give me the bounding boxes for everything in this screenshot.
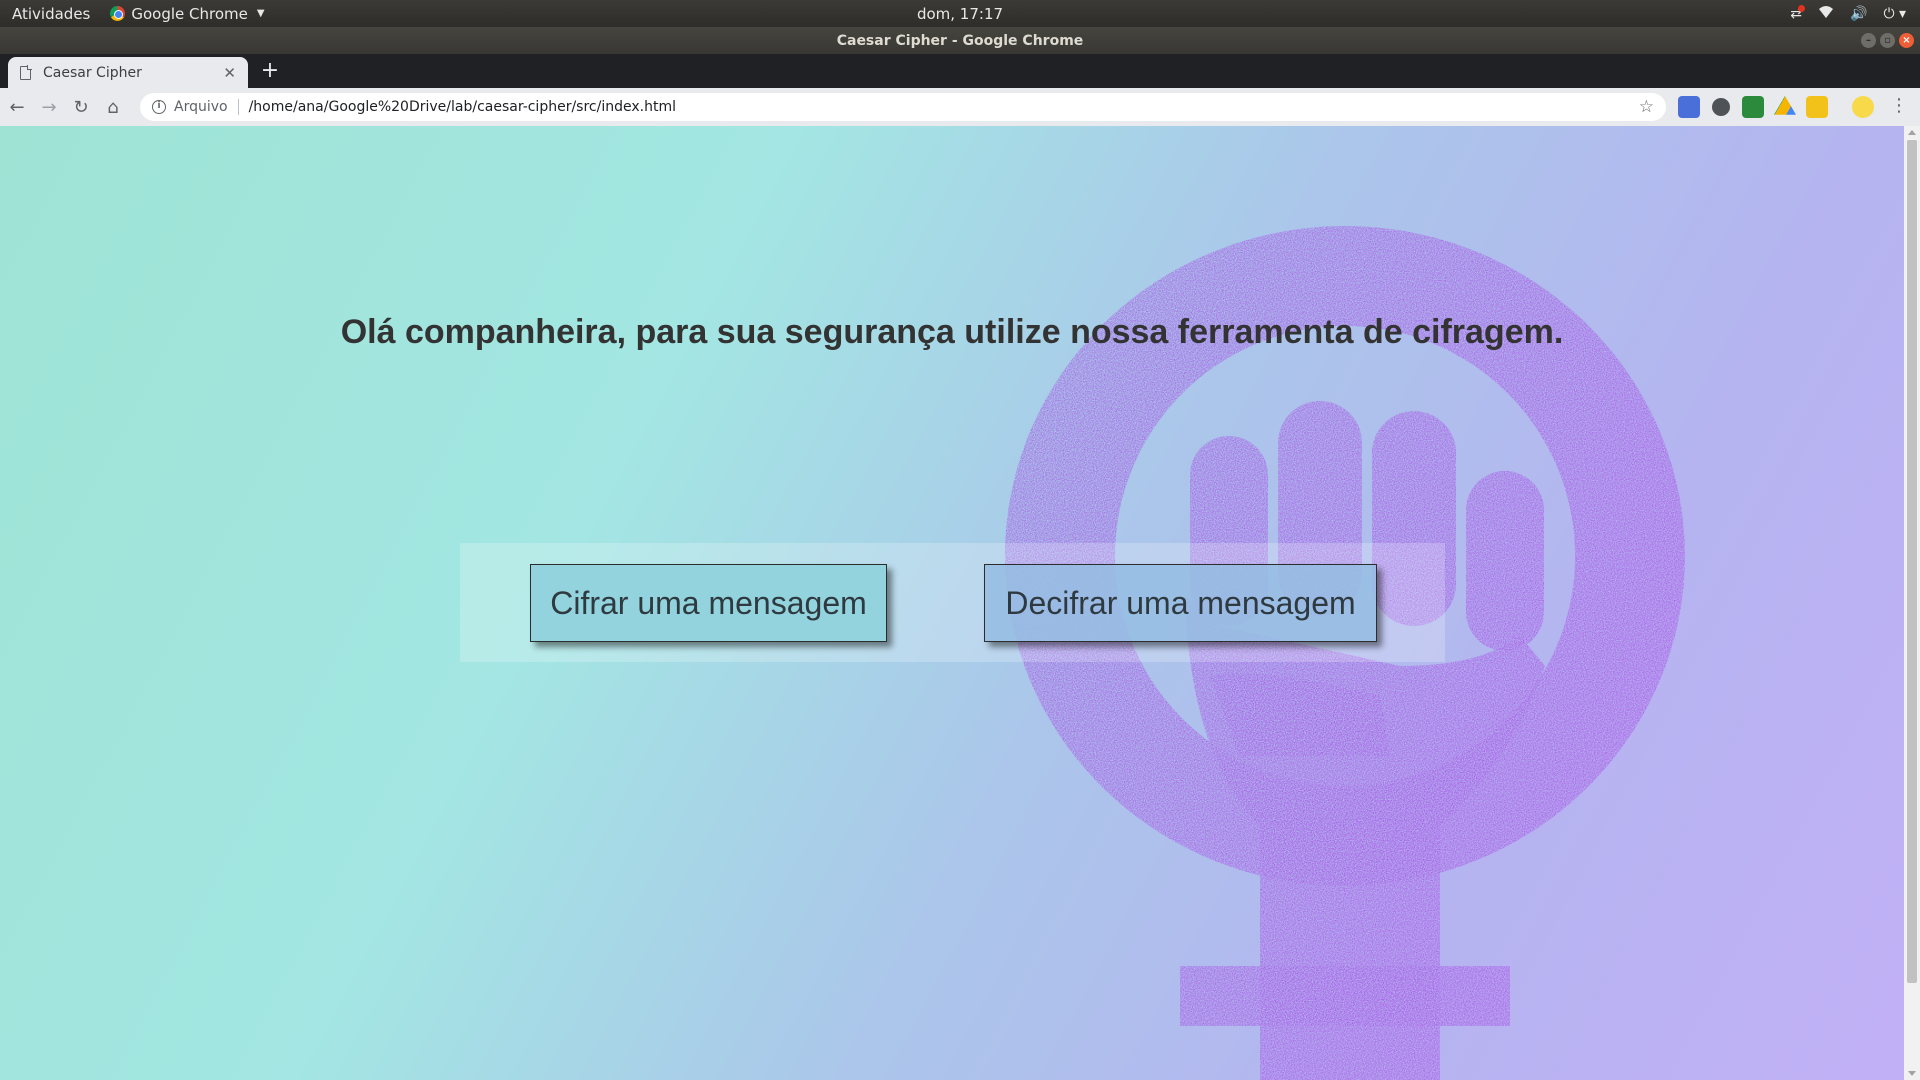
volume-icon[interactable]: 🔊 bbox=[1850, 6, 1867, 22]
address-bar-divider bbox=[237, 99, 239, 115]
scroll-up-arrow-icon[interactable] bbox=[1908, 130, 1916, 135]
tab-close-icon[interactable]: ✕ bbox=[223, 64, 236, 82]
activities-button[interactable]: Atividades bbox=[0, 5, 90, 23]
scroll-down-arrow-icon[interactable] bbox=[1908, 1071, 1916, 1076]
scrollbar-thumb[interactable] bbox=[1907, 140, 1917, 983]
url-text[interactable]: /home/ana/Google%20Drive/lab/caesar-ciph… bbox=[249, 99, 1639, 115]
cipher-message-button[interactable]: Cifrar uma mensagem bbox=[530, 564, 887, 642]
profile-avatar[interactable] bbox=[1852, 96, 1874, 118]
tab-caesar-cipher[interactable]: Caesar Cipher ✕ bbox=[8, 57, 248, 88]
keep-extension-icon[interactable] bbox=[1712, 98, 1730, 116]
url-scheme-label: Arquivo bbox=[174, 99, 228, 115]
tab-title: Caesar Cipher bbox=[43, 64, 142, 81]
page-scrollbar[interactable] bbox=[1904, 126, 1920, 1080]
new-tab-button[interactable]: + bbox=[258, 60, 282, 84]
arrow-left-icon[interactable]: ← bbox=[2, 92, 32, 122]
action-panel: Cifrar uma mensagem Decifrar uma mensage… bbox=[460, 543, 1445, 662]
google-drive-icon[interactable] bbox=[1774, 96, 1796, 115]
power-icon[interactable]: ⏻ ▾ bbox=[1883, 6, 1906, 22]
page-heading: Olá companheira, para sua segurança util… bbox=[340, 313, 1564, 351]
browser-toolbar: ← → ↻ ⌂ i Arquivo /home/ana/Google%20Dri… bbox=[0, 88, 1920, 126]
three-dots-icon[interactable]: ⋮ bbox=[1890, 96, 1908, 116]
arrow-right-icon[interactable]: → bbox=[34, 92, 64, 122]
system-tray: ⇄ 🔊 ⏻ ▾ bbox=[1790, 0, 1906, 27]
address-bar[interactable]: i Arquivo /home/ana/Google%20Drive/lab/c… bbox=[140, 93, 1666, 121]
clock[interactable]: dom, 17:17 bbox=[917, 5, 1003, 23]
extensions-area bbox=[1678, 96, 1874, 118]
close-window-icon[interactable]: × bbox=[1899, 33, 1914, 48]
window-title: Caesar Cipher - Google Chrome bbox=[836, 32, 1084, 49]
app-menu-label: Google Chrome bbox=[131, 4, 248, 23]
task-extension-icon[interactable] bbox=[1742, 96, 1764, 118]
decipher-message-button[interactable]: Decifrar uma mensagem bbox=[984, 564, 1377, 642]
reload-icon[interactable]: ↻ bbox=[66, 92, 96, 122]
window-controls: – ▫ × bbox=[1861, 33, 1914, 48]
update-notifier-icon[interactable]: ⇄ bbox=[1790, 4, 1805, 22]
translate-extension-icon[interactable] bbox=[1678, 96, 1700, 118]
info-icon[interactable]: i bbox=[152, 100, 166, 114]
page-icon bbox=[20, 65, 32, 80]
maximize-icon[interactable]: ▫ bbox=[1880, 33, 1895, 48]
star-icon[interactable]: ☆ bbox=[1639, 97, 1654, 117]
clock-container: dom, 17:17 bbox=[0, 5, 1920, 23]
extension-icon[interactable] bbox=[1806, 96, 1828, 118]
chrome-logo-icon bbox=[110, 6, 126, 21]
wifi-svg bbox=[1819, 5, 1833, 18]
page-viewport: Olá companheira, para sua segurança util… bbox=[0, 126, 1904, 1080]
tab-strip: Caesar Cipher ✕ + bbox=[0, 54, 1920, 88]
minimize-icon[interactable]: – bbox=[1861, 33, 1876, 48]
wifi-icon[interactable] bbox=[1818, 5, 1834, 23]
system-top-panel: Atividades Google Chrome ▼ dom, 17:17 ⇄ … bbox=[0, 0, 1920, 27]
app-menu[interactable]: Google Chrome ▼ bbox=[110, 4, 265, 23]
window-title-bar: Caesar Cipher - Google Chrome – ▫ × bbox=[0, 27, 1920, 54]
home-icon[interactable]: ⌂ bbox=[98, 92, 128, 122]
caret-down-icon: ▼ bbox=[256, 8, 265, 19]
